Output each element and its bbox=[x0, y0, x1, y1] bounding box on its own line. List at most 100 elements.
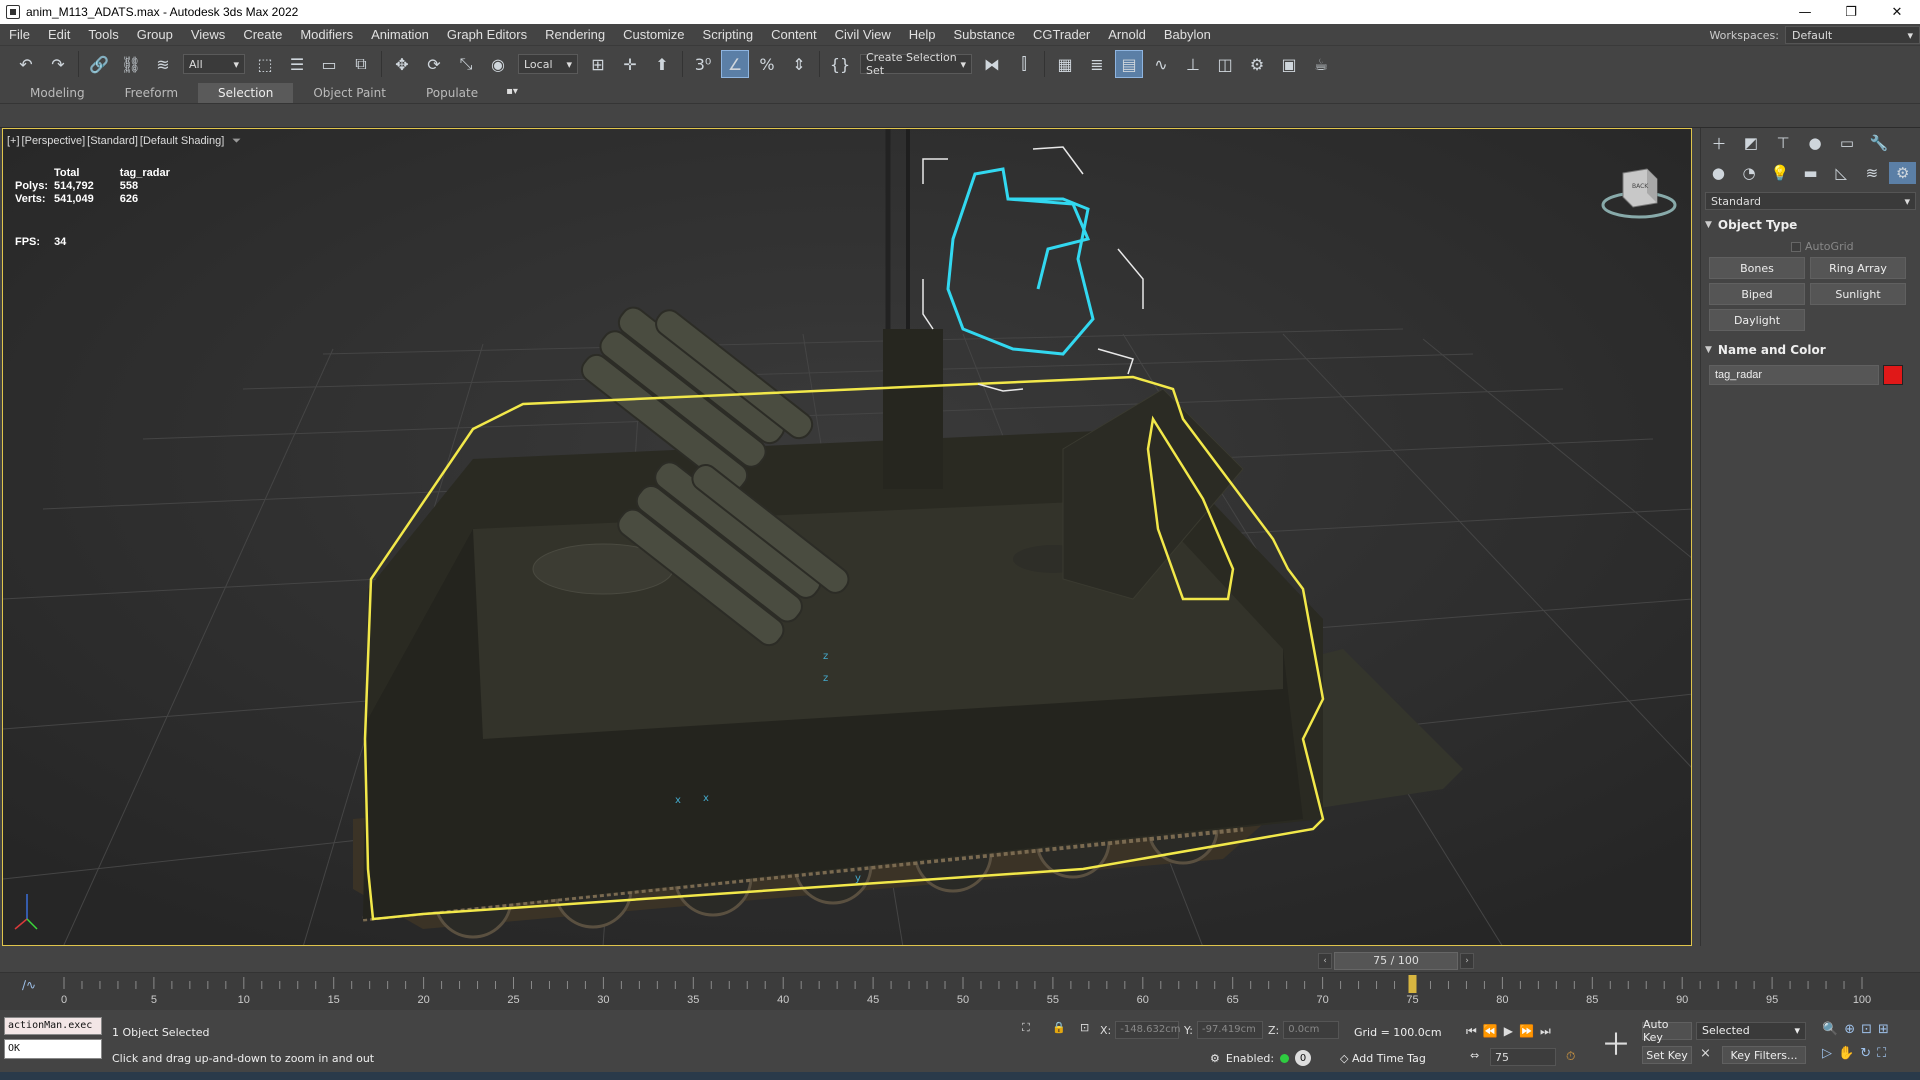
keyboard-shortcut-override-icon[interactable]: ⬆ bbox=[648, 50, 676, 78]
select-by-name-icon[interactable]: ☰ bbox=[283, 50, 311, 78]
menu-rendering[interactable]: Rendering bbox=[536, 27, 614, 42]
x-value-field[interactable]: -148.632cm bbox=[1115, 1021, 1180, 1039]
rotate-icon[interactable]: ⟳ bbox=[420, 50, 448, 78]
tab-object-paint[interactable]: Object Paint bbox=[293, 83, 406, 103]
maxscript-output[interactable]: OK bbox=[4, 1039, 102, 1059]
geometry-icon[interactable]: ● bbox=[1705, 162, 1732, 184]
y-value-field[interactable]: -97.419cm bbox=[1196, 1021, 1263, 1039]
menu-views[interactable]: Views bbox=[182, 27, 234, 42]
move-icon[interactable]: ✥ bbox=[388, 50, 416, 78]
menu-arnold[interactable]: Arnold bbox=[1099, 27, 1155, 42]
menu-babylon[interactable]: Babylon bbox=[1155, 27, 1220, 42]
maxscript-macro-recorder[interactable]: actionMan.exec bbox=[4, 1017, 102, 1035]
menu-modifiers[interactable]: Modifiers bbox=[291, 27, 362, 42]
angle-snap-icon[interactable]: ∠ bbox=[721, 50, 749, 78]
utilities-tab-icon[interactable]: 🔧 bbox=[1865, 132, 1893, 154]
menu-content[interactable]: Content bbox=[762, 27, 826, 42]
time-slider[interactable]: ‹ 75 / 100 › bbox=[0, 950, 1692, 972]
ring-array-button[interactable]: Ring Array bbox=[1810, 257, 1906, 279]
render-production-icon[interactable]: ☕ bbox=[1307, 50, 1335, 78]
menu-graph-editors[interactable]: Graph Editors bbox=[438, 27, 536, 42]
zoom-icon[interactable]: 🔍 bbox=[1822, 1022, 1838, 1037]
render-setup-icon[interactable]: ⚙ bbox=[1243, 50, 1271, 78]
rectangular-selection-icon[interactable]: ▭ bbox=[315, 50, 343, 78]
menu-animation[interactable]: Animation bbox=[362, 27, 438, 42]
zoom-extents-icon[interactable]: ⊡ bbox=[1861, 1022, 1872, 1037]
edit-named-selection-icon[interactable]: {} bbox=[826, 50, 854, 78]
snaps-toggle-icon[interactable]: 3⁰ bbox=[689, 50, 717, 78]
orbit-icon[interactable]: ↻ bbox=[1860, 1046, 1871, 1061]
tab-populate[interactable]: Populate bbox=[406, 83, 498, 103]
menu-edit[interactable]: Edit bbox=[39, 27, 79, 42]
menu-create[interactable]: Create bbox=[234, 27, 291, 42]
redo-icon[interactable]: ↷ bbox=[44, 50, 72, 78]
tab-selection[interactable]: Selection bbox=[198, 82, 294, 103]
viewport-shading[interactable]: [Default Shading] bbox=[140, 135, 224, 148]
maxscript-listener[interactable]: actionMan.exec OK bbox=[4, 1017, 102, 1059]
undo-icon[interactable]: ↶ bbox=[12, 50, 40, 78]
mirror-icon[interactable]: ⧓ bbox=[978, 50, 1006, 78]
select-manipulate-icon[interactable]: ✛ bbox=[616, 50, 644, 78]
bones-button[interactable]: Bones bbox=[1709, 257, 1805, 279]
enabled-count[interactable]: 0 bbox=[1295, 1050, 1312, 1066]
set-key-button[interactable]: Set Key bbox=[1642, 1046, 1692, 1064]
menu-cgtrader[interactable]: CGTrader bbox=[1024, 27, 1099, 42]
menu-substance[interactable]: Substance bbox=[945, 27, 1024, 42]
pan-icon[interactable]: ✋ bbox=[1838, 1046, 1854, 1061]
ribbon-options-icon[interactable]: ▪▾ bbox=[506, 86, 528, 100]
adaptive-degradation-icon[interactable]: ⚙ bbox=[1210, 1052, 1220, 1065]
systems-icon[interactable]: ⚙ bbox=[1889, 162, 1917, 184]
create-tab-icon[interactable]: ＋ bbox=[1705, 132, 1733, 154]
select-object-icon[interactable]: ⬚ bbox=[251, 50, 279, 78]
time-config-arrows-icon[interactable]: ⇔ bbox=[1470, 1049, 1479, 1062]
mini-curve-editor-icon[interactable]: ∕∿ bbox=[22, 978, 36, 992]
key-filters-button[interactable]: Key Filters... bbox=[1722, 1046, 1806, 1064]
display-tab-icon[interactable]: ▭ bbox=[1833, 132, 1861, 154]
lights-icon[interactable]: 💡 bbox=[1766, 162, 1793, 184]
helpers-icon[interactable]: ◺ bbox=[1828, 162, 1855, 184]
close-button[interactable]: ✕ bbox=[1874, 0, 1920, 24]
unlink-icon[interactable]: ⛓ bbox=[117, 50, 145, 78]
restore-button[interactable]: ❐ bbox=[1828, 0, 1874, 24]
zoom-all-icon[interactable]: ⊕ bbox=[1844, 1022, 1855, 1037]
enabled-indicator[interactable] bbox=[1280, 1053, 1290, 1063]
filter-icon[interactable]: ⏷ bbox=[232, 135, 241, 148]
material-editor-icon[interactable]: ◫ bbox=[1211, 50, 1239, 78]
current-frame-field[interactable]: 75 bbox=[1490, 1048, 1556, 1066]
menu-customize[interactable]: Customize bbox=[614, 27, 693, 42]
viewport-pov[interactable]: [Perspective] bbox=[22, 135, 86, 148]
category-dropdown[interactable]: Standard ▾ bbox=[1705, 192, 1916, 210]
menu-help[interactable]: Help bbox=[900, 27, 945, 42]
pivot-center-icon[interactable]: ⊞ bbox=[584, 50, 612, 78]
window-crossing-icon[interactable]: ⧉ bbox=[347, 50, 375, 78]
menu-scripting[interactable]: Scripting bbox=[694, 27, 763, 42]
viewport-menu[interactable]: [+] bbox=[7, 135, 20, 148]
key-mode-dropdown[interactable]: Selected ▾ bbox=[1696, 1022, 1806, 1040]
lock-selection-icon[interactable]: 🔒 bbox=[1052, 1021, 1066, 1034]
set-key-plus-icon[interactable]: ＋ bbox=[1600, 1026, 1632, 1063]
tab-modeling[interactable]: Modeling bbox=[10, 83, 105, 103]
field-of-view-icon[interactable]: ▷ bbox=[1822, 1046, 1832, 1061]
z-value-field[interactable]: 0.0cm bbox=[1283, 1021, 1340, 1039]
scene-explorer-icon[interactable]: ▦ bbox=[1051, 50, 1079, 78]
viewport-standard[interactable]: [Standard] bbox=[87, 135, 138, 148]
link-icon[interactable]: 🔗 bbox=[85, 50, 113, 78]
default-in-out-tangents-icon[interactable]: ⨯ bbox=[1700, 1046, 1711, 1061]
viewcube[interactable]: BACK bbox=[1599, 163, 1679, 223]
shapes-icon[interactable]: ◔ bbox=[1736, 162, 1763, 184]
layer-explorer-icon[interactable]: ≣ bbox=[1083, 50, 1111, 78]
workspaces-dropdown[interactable]: Default ▾ bbox=[1785, 26, 1920, 44]
next-key-icon[interactable]: ⏩ bbox=[1519, 1024, 1534, 1039]
checkbox-icon[interactable] bbox=[1791, 241, 1801, 252]
track-bar[interactable]: 0 5 10 15 20 25 30 35 40 45 50 55 60 65 70 75 80 85 90 95 10… bbox=[0, 972, 1920, 1010]
sunlight-button[interactable]: Sunlight bbox=[1810, 283, 1906, 305]
hierarchy-tab-icon[interactable]: ⊤ bbox=[1769, 132, 1797, 154]
time-slider-thumb[interactable]: 75 / 100 bbox=[1334, 952, 1458, 970]
perspective-viewport[interactable]: [+] [Perspective] [Standard] [Default Sh… bbox=[2, 128, 1692, 946]
ribbon-toggle-icon[interactable]: ▤ bbox=[1115, 50, 1143, 78]
schematic-view-icon[interactable]: ⊥ bbox=[1179, 50, 1207, 78]
previous-key-icon[interactable]: ⏪ bbox=[1483, 1024, 1498, 1039]
play-icon[interactable]: ▶ bbox=[1504, 1024, 1513, 1039]
reference-coord-dropdown[interactable]: Local ▾ bbox=[518, 54, 578, 74]
add-time-tag[interactable]: ◇ Add Time Tag bbox=[1340, 1052, 1426, 1065]
